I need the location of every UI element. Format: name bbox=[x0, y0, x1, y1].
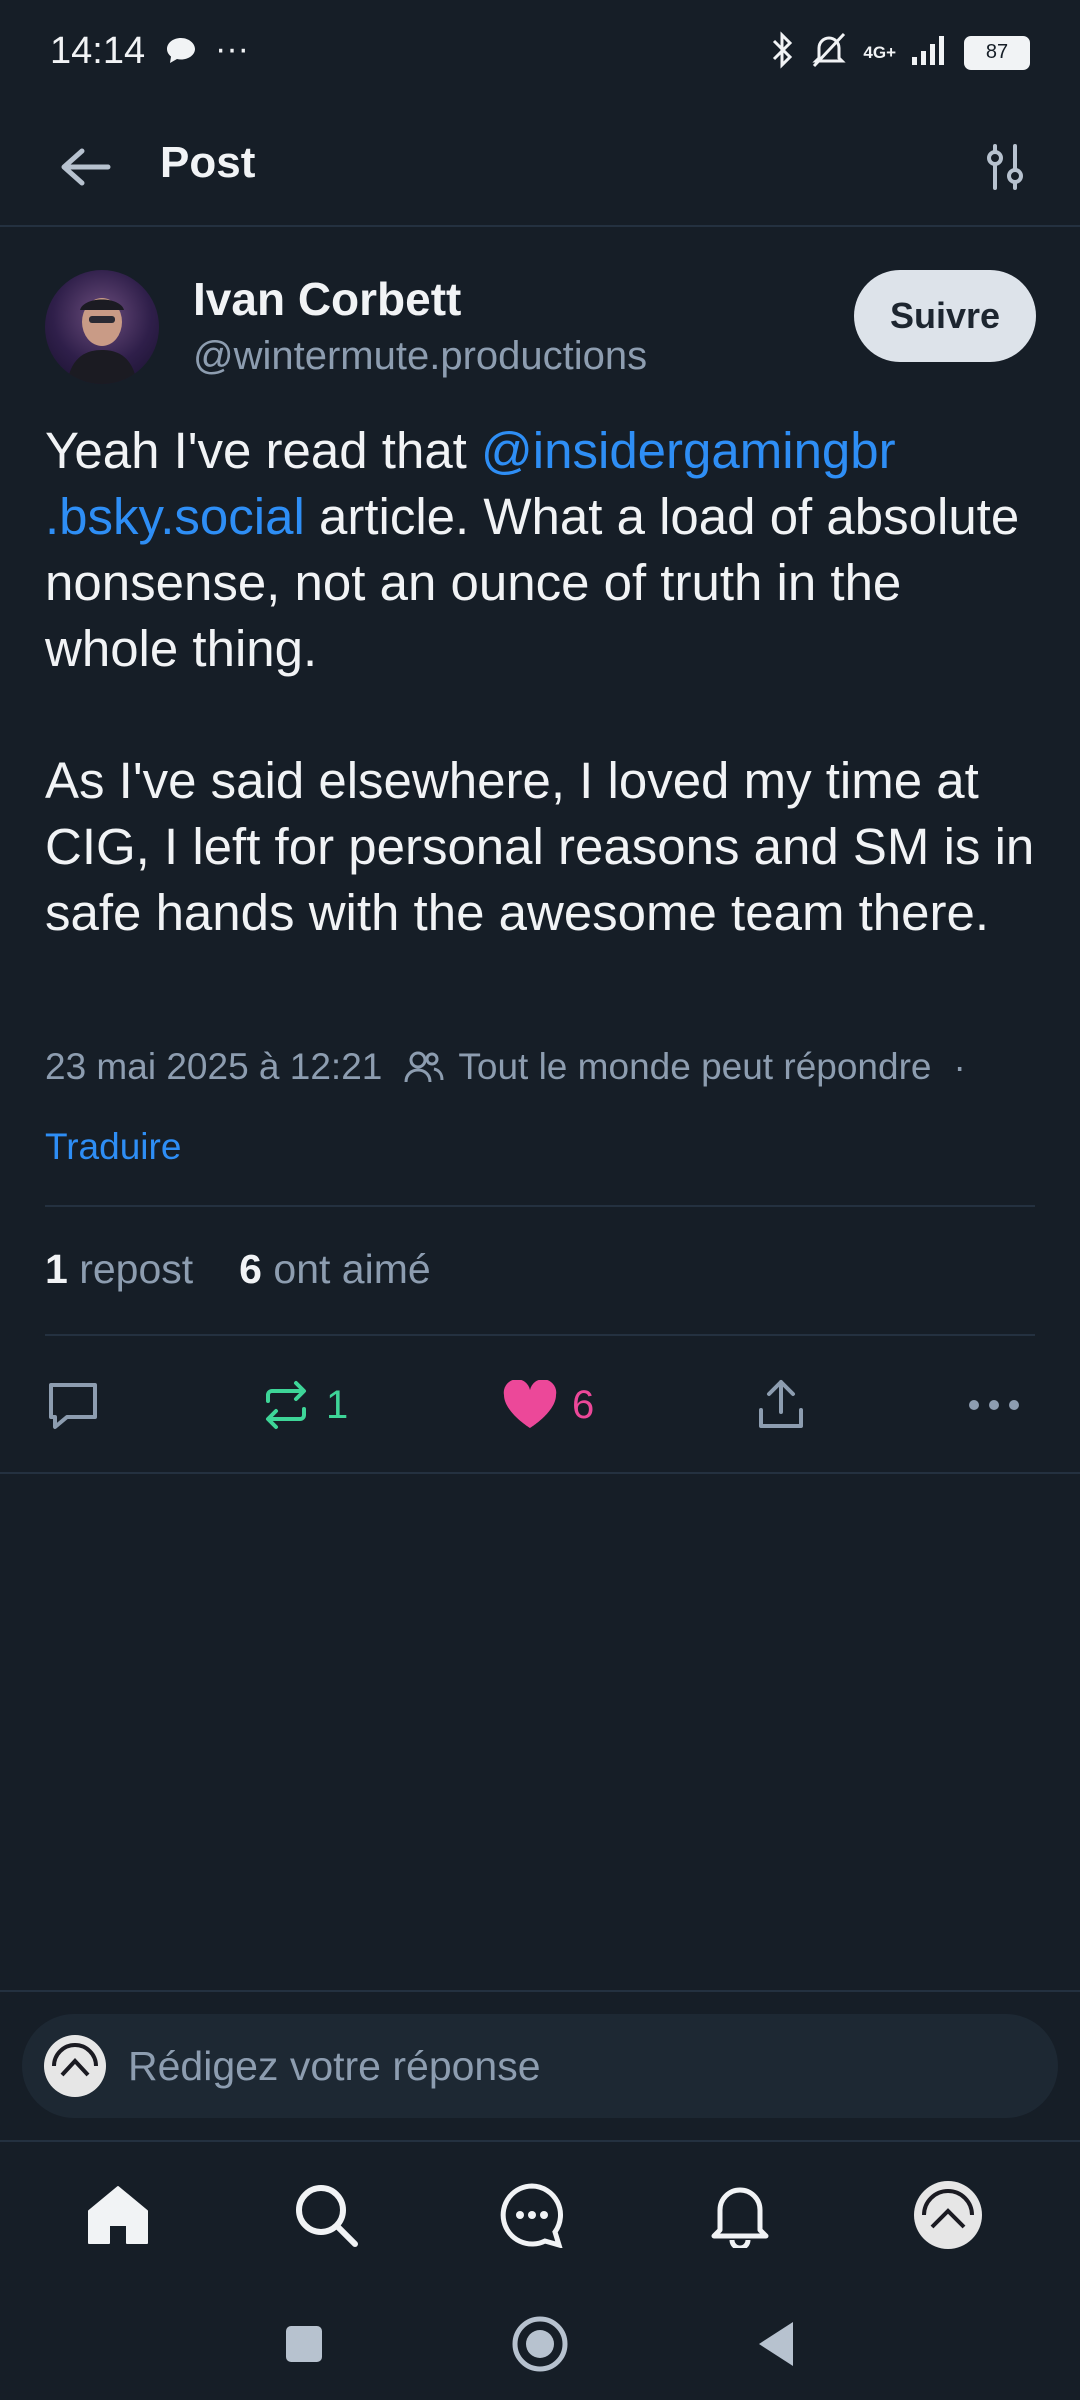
nav-search[interactable] bbox=[286, 2175, 366, 2255]
mention-link[interactable]: @insidergamingbr bbox=[481, 422, 896, 479]
current-user-avatar bbox=[44, 2035, 106, 2097]
mention-link-continued[interactable]: .bsky.social bbox=[45, 488, 305, 545]
chat-bubble-icon bbox=[165, 36, 197, 71]
repost-count: 1 bbox=[326, 1382, 349, 1427]
heart-icon bbox=[503, 1380, 557, 1428]
home-icon bbox=[88, 2186, 148, 2244]
author-handle[interactable]: @wintermute.productions bbox=[193, 334, 647, 379]
system-home-button[interactable] bbox=[508, 2312, 572, 2376]
follow-button[interactable]: Suivre bbox=[854, 270, 1036, 362]
like-button[interactable]: 6 bbox=[502, 1360, 594, 1450]
author-name[interactable]: Ivan Corbett bbox=[193, 272, 461, 326]
home-circle-icon bbox=[512, 2316, 568, 2372]
post-text: Yeah I've read that @insidergamingbr .bsk… bbox=[45, 418, 1045, 946]
status-time: 14:14 bbox=[50, 30, 146, 72]
search-icon bbox=[296, 2185, 358, 2247]
repost-icon bbox=[266, 1381, 306, 1429]
battery-indicator: 87 bbox=[964, 35, 1030, 70]
translate-link[interactable]: Traduire bbox=[45, 1126, 181, 1168]
signal-icon bbox=[910, 33, 950, 72]
system-back-button[interactable] bbox=[744, 2312, 808, 2376]
mute-icon bbox=[809, 30, 849, 75]
bottom-navigation bbox=[0, 2140, 1080, 2290]
reposts-count: 1 bbox=[45, 1246, 68, 1292]
ellipsis-icon bbox=[969, 1400, 1019, 1410]
divider bbox=[0, 1472, 1080, 1474]
reply-settings-label: Tout le monde peut répondre bbox=[458, 1046, 932, 1087]
divider bbox=[45, 1334, 1035, 1336]
likes-label: ont aimé bbox=[273, 1246, 431, 1292]
more-notifications-icon: ··· bbox=[215, 30, 249, 68]
network-type: 4G+ bbox=[863, 43, 896, 62]
nav-home[interactable] bbox=[78, 2175, 158, 2255]
people-icon bbox=[404, 1051, 444, 1083]
author-avatar[interactable] bbox=[45, 270, 159, 384]
like-count: 6 bbox=[572, 1382, 595, 1427]
share-button[interactable] bbox=[755, 1360, 807, 1450]
reply-button[interactable] bbox=[45, 1360, 101, 1450]
back-button[interactable] bbox=[50, 132, 120, 202]
recents-icon bbox=[286, 2326, 322, 2362]
notifications-icon bbox=[711, 2187, 769, 2248]
post-meta: 23 mai 2025 à 12:21 Tout le monde peut r… bbox=[45, 1046, 966, 1088]
profile-avatar bbox=[914, 2181, 982, 2249]
divider bbox=[45, 1205, 1035, 1207]
divider bbox=[0, 1990, 1080, 1992]
meta-separator: · bbox=[953, 1046, 966, 1087]
comment-icon bbox=[49, 1383, 97, 1429]
reposts-label: repost bbox=[79, 1246, 194, 1292]
reposts-stat[interactable]: 1 repost bbox=[45, 1246, 193, 1293]
post-text-paragraph: As I've said elsewhere, I loved my time … bbox=[45, 752, 1035, 941]
system-navigation bbox=[0, 2290, 1080, 2400]
status-icons: 4G+ 87 bbox=[769, 30, 1030, 75]
top-bar: Post bbox=[0, 110, 1080, 227]
engagement-stats: 1 repost 6 ont aimé bbox=[45, 1246, 431, 1293]
reply-composer[interactable]: Rédigez votre réponse bbox=[22, 2014, 1058, 2118]
page-title: Post bbox=[160, 138, 256, 187]
reply-settings[interactable]: Tout le monde peut répondre bbox=[404, 1046, 931, 1088]
nav-messages[interactable] bbox=[492, 2175, 572, 2255]
nav-notifications[interactable] bbox=[700, 2175, 780, 2255]
arrow-left-icon bbox=[61, 148, 111, 186]
likes-stat[interactable]: 6 ont aimé bbox=[239, 1246, 430, 1293]
share-icon bbox=[759, 1380, 803, 1428]
back-triangle-icon bbox=[759, 2322, 793, 2366]
recents-button[interactable] bbox=[272, 2312, 336, 2376]
more-options-button[interactable] bbox=[968, 1360, 1020, 1450]
repost-button[interactable]: 1 bbox=[260, 1360, 348, 1450]
reply-placeholder: Rédigez votre réponse bbox=[128, 2042, 541, 2089]
likes-count: 6 bbox=[239, 1246, 262, 1292]
post-actions: 1 6 bbox=[0, 1360, 1080, 1450]
bluetooth-icon bbox=[769, 30, 795, 75]
post-text-segment: Yeah I've read that bbox=[45, 422, 482, 479]
nav-profile[interactable] bbox=[908, 2175, 988, 2255]
post-timestamp: 23 mai 2025 à 12:21 bbox=[45, 1046, 383, 1087]
sliders-icon bbox=[987, 144, 1023, 190]
thread-settings-button[interactable] bbox=[970, 132, 1040, 202]
messages-icon bbox=[500, 2183, 563, 2248]
